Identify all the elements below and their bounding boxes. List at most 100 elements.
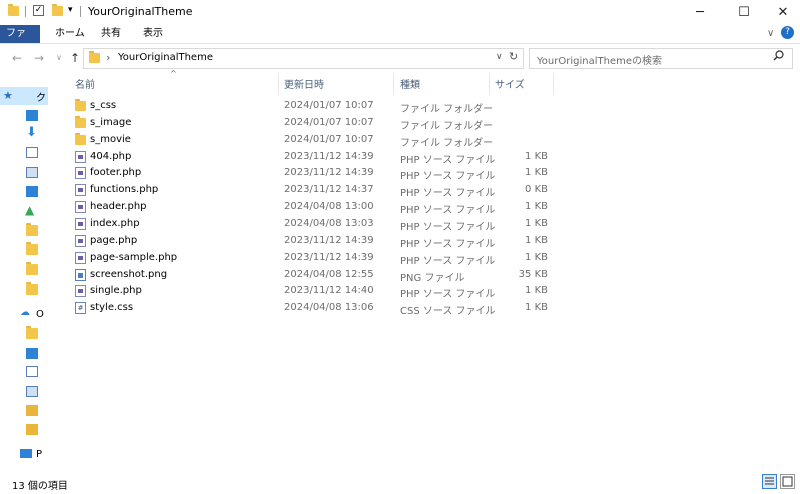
file-date: 2024/04/08 12:55 xyxy=(284,269,374,280)
star-icon: ★ xyxy=(3,89,13,102)
column-divider[interactable] xyxy=(553,73,554,95)
column-header-type[interactable]: 種類 xyxy=(400,76,420,92)
recent-locations-button[interactable]: ∨ xyxy=(52,51,66,65)
php-file-icon xyxy=(75,252,86,264)
file-name[interactable]: footer.php xyxy=(90,167,141,178)
php-file-icon xyxy=(75,235,86,247)
file-date: 2024/04/08 13:03 xyxy=(284,218,374,229)
search-icon[interactable] xyxy=(773,50,784,61)
column-header-name[interactable]: 名前 xyxy=(75,76,95,92)
file-name[interactable]: header.php xyxy=(90,201,147,212)
php-file-icon xyxy=(75,184,86,196)
help-icon[interactable]: ? xyxy=(781,26,794,39)
folder-sync-icon[interactable] xyxy=(26,242,38,255)
file-name[interactable]: index.php xyxy=(90,218,140,229)
file-name[interactable]: 404.php xyxy=(90,151,131,162)
minimize-button[interactable]: ─ xyxy=(683,0,717,24)
desktop-icon[interactable] xyxy=(26,110,38,121)
google-drive-icon[interactable]: ▲ xyxy=(25,203,34,217)
toolbar-divider xyxy=(80,6,81,17)
toolbar-divider xyxy=(25,6,26,17)
folder-sync-icon[interactable] xyxy=(26,282,38,295)
pictures-icon[interactable] xyxy=(26,386,38,397)
file-name[interactable]: s_movie xyxy=(90,134,131,145)
file-date: 2023/11/12 14:39 xyxy=(284,151,374,162)
column-header-size[interactable]: サイズ xyxy=(495,76,525,92)
zip-folder-icon[interactable] xyxy=(26,405,38,416)
file-type: PHP ソース ファイル xyxy=(400,239,496,250)
properties-icon[interactable]: ✓ xyxy=(33,5,44,16)
column-divider[interactable] xyxy=(278,73,279,95)
file-date: 2023/11/12 14:39 xyxy=(284,167,374,178)
folder-icon xyxy=(8,4,19,16)
folder-icon xyxy=(75,133,86,145)
file-name[interactable]: screenshot.png xyxy=(90,269,167,280)
tab-home[interactable]: ホーム xyxy=(47,25,93,43)
folder-icon xyxy=(75,99,86,111)
file-type: PHP ソース ファイル xyxy=(400,171,496,182)
tab-view[interactable]: 表示 xyxy=(135,25,171,43)
breadcrumb-separator[interactable]: › xyxy=(106,51,110,64)
tab-file[interactable]: ファイル xyxy=(0,25,40,57)
file-date: 2024/04/08 13:00 xyxy=(284,201,374,212)
up-button[interactable]: ↑ xyxy=(68,51,82,65)
column-divider[interactable] xyxy=(393,73,394,95)
file-date: 2024/01/07 10:07 xyxy=(284,100,374,111)
large-icons-view-button[interactable] xyxy=(780,474,795,489)
column-header-date[interactable]: 更新日時 xyxy=(284,76,324,92)
refresh-icon[interactable]: ↻ xyxy=(509,50,518,63)
folder-icon[interactable] xyxy=(26,326,38,339)
file-type: ファイル フォルダー xyxy=(400,138,494,149)
customize-quick-access-icon[interactable]: ▾ xyxy=(68,5,73,15)
sort-ascending-icon: ^ xyxy=(170,69,177,78)
forward-button[interactable]: → xyxy=(32,51,46,65)
sidebar-item-onedrive[interactable]: O xyxy=(36,309,44,320)
documents-icon[interactable] xyxy=(26,366,38,377)
file-type: PHP ソース ファイル xyxy=(400,256,496,267)
file-date: 2023/11/12 14:40 xyxy=(284,285,374,296)
maximize-button[interactable]: ☐ xyxy=(727,0,761,24)
file-name[interactable]: page-sample.php xyxy=(90,252,177,263)
folder-icon[interactable] xyxy=(26,262,38,275)
tab-share[interactable]: 共有 xyxy=(93,25,129,43)
documents-icon[interactable] xyxy=(26,147,38,158)
zip-folder-icon[interactable] xyxy=(26,424,38,435)
file-date: 2023/11/12 14:39 xyxy=(284,252,374,263)
close-button[interactable]: ✕ xyxy=(766,0,800,24)
file-date: 2024/01/07 10:07 xyxy=(284,134,374,145)
new-folder-icon[interactable] xyxy=(52,4,63,16)
file-name[interactable]: page.php xyxy=(90,235,137,246)
file-name[interactable]: s_image xyxy=(90,117,131,128)
pc-icon xyxy=(20,449,32,458)
back-button[interactable]: ← xyxy=(10,51,24,65)
search-placeholder: YourOriginalThemeの検索 xyxy=(537,56,662,67)
file-type: PHP ソース ファイル xyxy=(400,188,496,199)
monitor-icon[interactable] xyxy=(26,186,38,197)
file-name[interactable]: functions.php xyxy=(90,184,158,195)
file-type: PHP ソース ファイル xyxy=(400,222,496,233)
details-view-button[interactable] xyxy=(762,474,777,489)
file-size: 1 KB xyxy=(525,285,548,296)
column-divider[interactable] xyxy=(489,73,490,95)
ribbon-expand-icon[interactable]: ∨ xyxy=(767,28,774,39)
folder-icon xyxy=(89,51,100,63)
file-name[interactable]: style.css xyxy=(90,302,133,313)
status-bar xyxy=(0,473,800,494)
breadcrumb-path[interactable]: YourOriginalTheme xyxy=(118,52,213,63)
file-type: ファイル フォルダー xyxy=(400,121,494,132)
file-type: PHP ソース ファイル xyxy=(400,289,496,300)
downloads-icon[interactable]: ⬇ xyxy=(26,125,37,140)
sidebar-item-pc[interactable]: P xyxy=(36,449,42,460)
item-count: 13 個の項目 xyxy=(12,481,68,492)
folder-icon[interactable] xyxy=(26,223,38,236)
address-dropdown-icon[interactable]: ∨ xyxy=(496,52,503,62)
php-file-icon xyxy=(75,167,86,179)
file-name[interactable]: s_css xyxy=(90,100,116,111)
file-type: ファイル フォルダー xyxy=(400,104,494,115)
file-size: 1 KB xyxy=(525,201,548,212)
desktop-icon[interactable] xyxy=(26,348,38,359)
pictures-icon[interactable] xyxy=(26,167,38,178)
file-name[interactable]: single.php xyxy=(90,285,142,296)
folder-icon xyxy=(75,116,86,128)
file-type: CSS ソース ファイル xyxy=(400,306,496,317)
